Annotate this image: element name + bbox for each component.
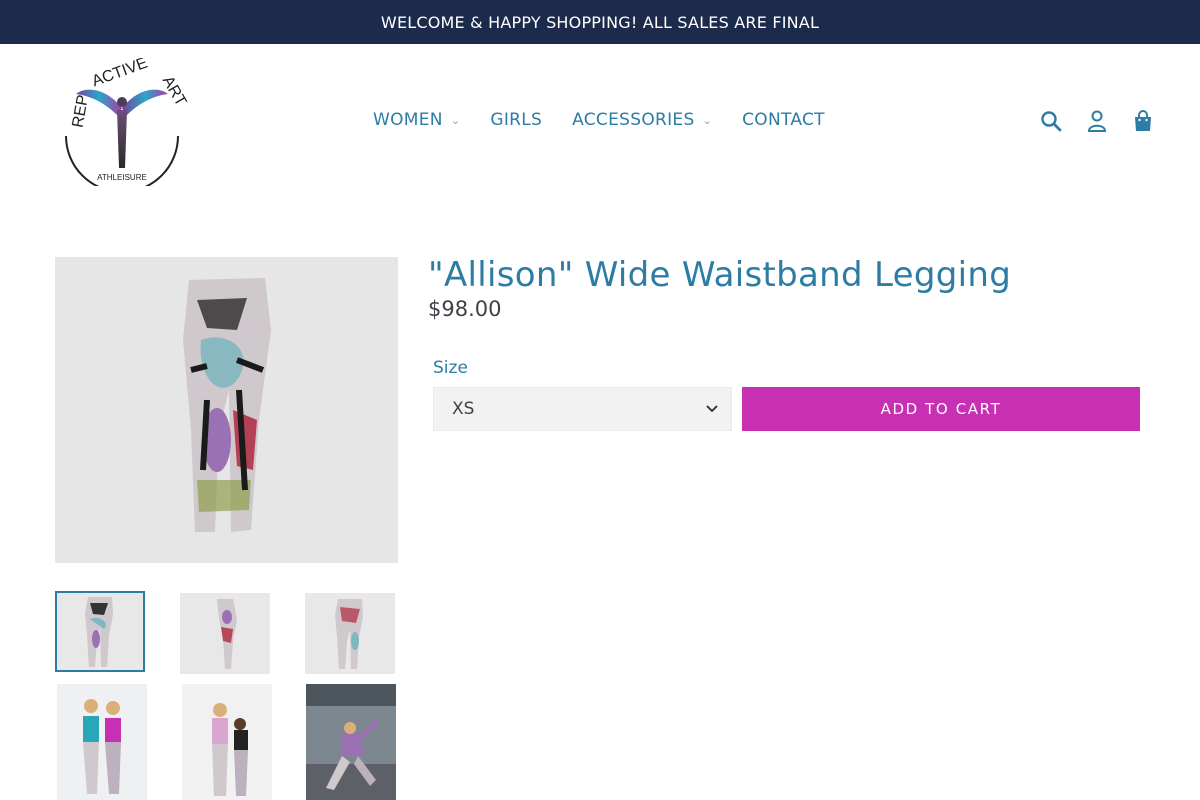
- cart-icon: [1135, 110, 1151, 131]
- nav-item-label: ACCESSORIES: [572, 110, 695, 130]
- thumbnail-image: [57, 684, 147, 800]
- search-icon: [1041, 111, 1062, 132]
- thumbnail-image: [306, 684, 396, 800]
- thumbnail-2[interactable]: [180, 593, 270, 674]
- nav-item-label: CONTACT: [742, 110, 825, 130]
- nav-item-girls[interactable]: GIRLS: [490, 110, 542, 130]
- thumbnail-1[interactable]: [55, 591, 145, 672]
- announcement-text: WELCOME & HAPPY SHOPPING! ALL SALES ARE …: [380, 12, 820, 32]
- header-icons: [1038, 108, 1156, 134]
- size-select[interactable]: XS: [433, 387, 732, 431]
- legging-image: [182, 278, 271, 532]
- thumbnail-6[interactable]: [306, 684, 396, 800]
- account-icon: [1087, 110, 1107, 132]
- chevron-down-icon: ⌄: [702, 113, 713, 127]
- thumbnail-image: [182, 684, 272, 800]
- product-title: "Allison" Wide Waistband Legging: [428, 255, 1012, 295]
- size-label: Size: [433, 358, 468, 378]
- nav-item-accessories[interactable]: ACCESSORIES ⌄: [572, 110, 712, 130]
- add-to-cart-label: ADD TO CART: [880, 400, 1002, 418]
- cart-button[interactable]: [1130, 108, 1156, 134]
- search-button[interactable]: [1038, 108, 1064, 134]
- site-logo[interactable]: REP ACTIVE ART ATHLEISURE: [56, 55, 189, 193]
- nav-item-label: GIRLS: [490, 110, 543, 130]
- nav-item-women[interactable]: WOMEN ⌄: [373, 110, 460, 130]
- announcement-bar: WELCOME & HAPPY SHOPPING! ALL SALES ARE …: [0, 0, 1200, 44]
- chevron-down-icon: ⌄: [450, 113, 461, 127]
- thumbnail-image: [85, 596, 113, 667]
- thumbnail-image: [217, 598, 237, 669]
- product-price: $98.00: [428, 297, 502, 321]
- size-selected-value: XS: [452, 399, 475, 419]
- svg-text:ACTIVE: ACTIVE: [90, 58, 150, 90]
- thumbnail-4[interactable]: [57, 684, 147, 800]
- product-main-image[interactable]: [55, 257, 398, 563]
- add-to-cart-button[interactable]: ADD TO CART: [742, 387, 1140, 431]
- main-nav: WOMEN ⌄ GIRLS ACCESSORIES ⌄ CONTACT: [373, 110, 825, 130]
- account-button[interactable]: [1084, 108, 1110, 134]
- svg-text:REP: REP: [70, 94, 92, 129]
- nav-item-label: WOMEN: [373, 110, 443, 130]
- thumbnail-5[interactable]: [182, 684, 272, 800]
- thumbnail-3[interactable]: [305, 593, 395, 674]
- svg-text:ATHLEISURE: ATHLEISURE: [97, 173, 147, 182]
- thumbnail-image: [335, 598, 363, 669]
- chevron-down-icon: [706, 405, 718, 413]
- nav-item-contact[interactable]: CONTACT: [742, 110, 825, 130]
- logo-image: REP ACTIVE ART ATHLEISURE: [65, 55, 189, 193]
